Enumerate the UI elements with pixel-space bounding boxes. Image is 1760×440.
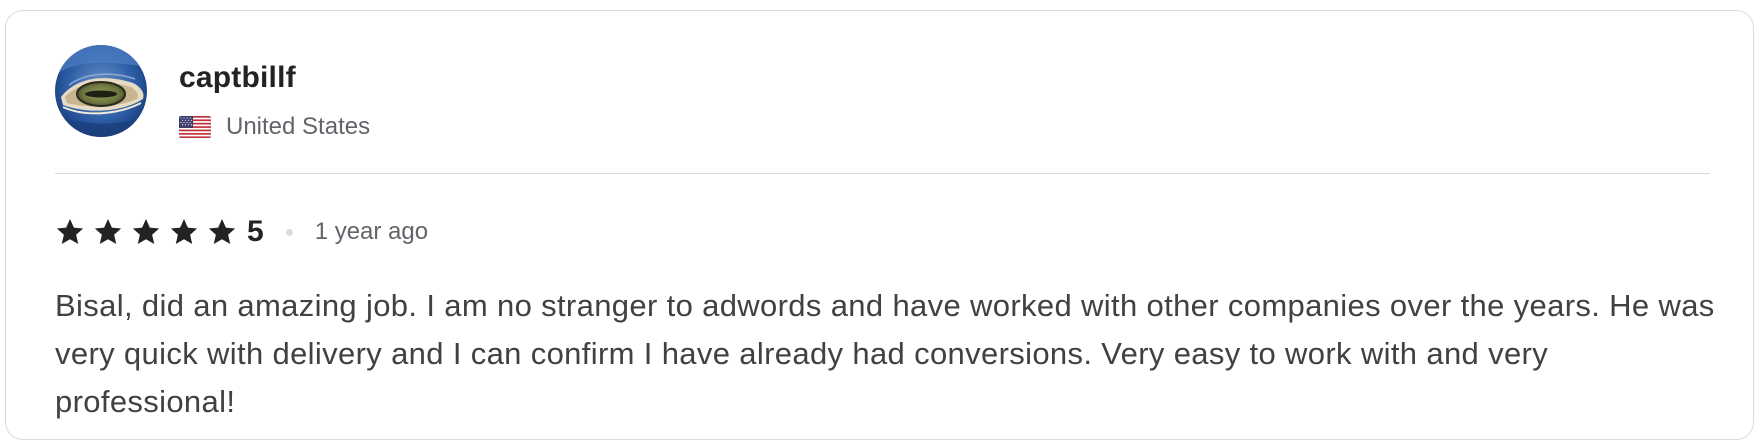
country-name: United States [226,113,371,140]
rating-row: 5 1 year ago [55,214,428,250]
review-card: captbillf United States 5 1 year ago Bis… [5,10,1754,440]
rating-value: 5 [247,215,264,248]
star-icon [94,219,122,244]
dot-separator [285,228,293,236]
reviewer-username[interactable]: captbillf [179,61,370,95]
star-icon [56,219,84,244]
review-timestamp: 1 year ago [314,218,429,245]
avatar[interactable] [55,45,147,137]
alligator-eye-avatar-icon [55,45,147,137]
star-rating [55,217,237,247]
us-flag-icon [179,116,211,138]
star-icon [132,219,160,244]
divider [55,173,1710,174]
star-icon [208,219,236,244]
review-text: Bisal, did an amazing job. I am no stran… [55,288,1715,419]
reviewer-country: United States [179,113,370,141]
reviewer-info: captbillf United States [179,45,370,141]
reviewer-header: captbillf United States [55,45,370,150]
star-icon [170,219,198,244]
